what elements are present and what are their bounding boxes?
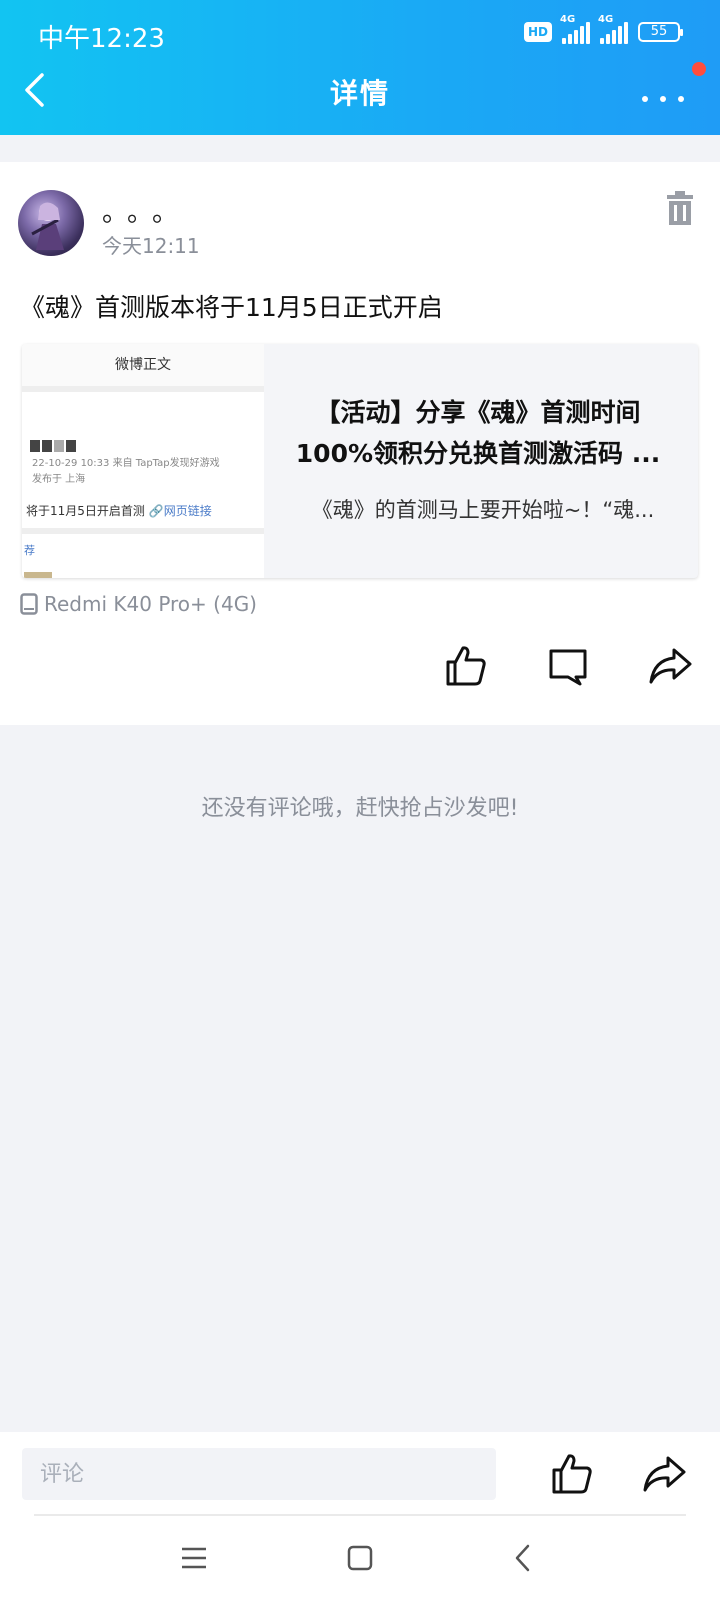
battery-icon: 55 [638,22,683,42]
link-icon: 🔗 [148,504,164,518]
empty-comments-text: 还没有评论哦，赶快抢占沙发吧! [201,796,519,821]
link-thumbnail: 微博正文 22-10-29 10:33 来自 TapTap发现好游戏 发布于 上… [22,344,264,578]
thumbs-up-icon [446,646,486,686]
thumb-text: 将于11月5日开启首测 🔗网页链接 [26,504,212,518]
more-button[interactable] [640,70,690,110]
bottom-like-button[interactable] [550,1452,594,1496]
thumb-meta: 22-10-29 10:33 来自 TapTap发现好游戏 发布于 上海 [32,458,220,485]
share-icon [649,648,692,684]
notification-dot [692,62,706,76]
hd-icon: HD [523,22,552,42]
avatar[interactable] [18,190,84,256]
thumb-header: 微博正文 [22,344,264,386]
more-dots-icon [642,96,648,102]
home-button[interactable] [342,1540,378,1576]
thumb-image [24,572,52,578]
signal-icon: 4G [598,14,628,44]
bottom-share-button[interactable] [642,1452,686,1496]
link-description: 《魂》的首测马上要开始啦~！“魂... [311,498,655,522]
system-back-button[interactable] [506,1540,542,1576]
divider [34,1514,686,1516]
delete-button[interactable] [666,190,694,226]
phone-icon [20,593,38,615]
comment-input[interactable] [22,1448,496,1500]
nav-bar: 详情 [0,60,720,130]
bottom-bar [0,1432,720,1600]
comment-button[interactable] [546,644,590,688]
link-title: 【活动】分享《魂》首测时间 100%领积分兑换首测激活码 ... [295,398,661,468]
menu-icon [182,1547,206,1569]
menu-button[interactable] [176,1540,212,1576]
page-title: 详情 [329,77,390,110]
like-button[interactable] [444,644,488,688]
comment-icon [549,649,587,686]
trash-icon [667,191,693,225]
header: 中午12:23 HD 4G 4G 55 详情 [0,0,720,135]
home-square-icon [347,1545,373,1571]
thumb-rec: 荐 [24,544,35,557]
post-card: 。。。 今天12:11 《魂》首测版本将于11月5日正式开启 微博正文 22-1… [0,162,720,725]
thumb-blurred-name [30,440,76,454]
link-card[interactable]: 微博正文 22-10-29 10:33 来自 TapTap发现好游戏 发布于 上… [22,344,698,578]
post-time: 今天12:11 [102,234,200,258]
share-icon [643,1456,686,1492]
username[interactable]: 。。。 [102,192,190,229]
status-time: 中午12:23 [38,24,165,54]
avatar-image [31,202,64,250]
device-info: Redmi K40 Pro+ (4G) [20,592,257,616]
status-icons: HD 4G 4G 55 [523,14,683,44]
share-button[interactable] [648,644,692,688]
back-triangle-icon [515,1544,530,1572]
device-name: Redmi K40 Pro+ (4G) [44,592,257,616]
thumbs-up-icon [552,1454,592,1494]
post-text: 《魂》首测版本将于11月5日正式开启 [20,293,443,322]
signal-icon: 4G [560,14,590,44]
